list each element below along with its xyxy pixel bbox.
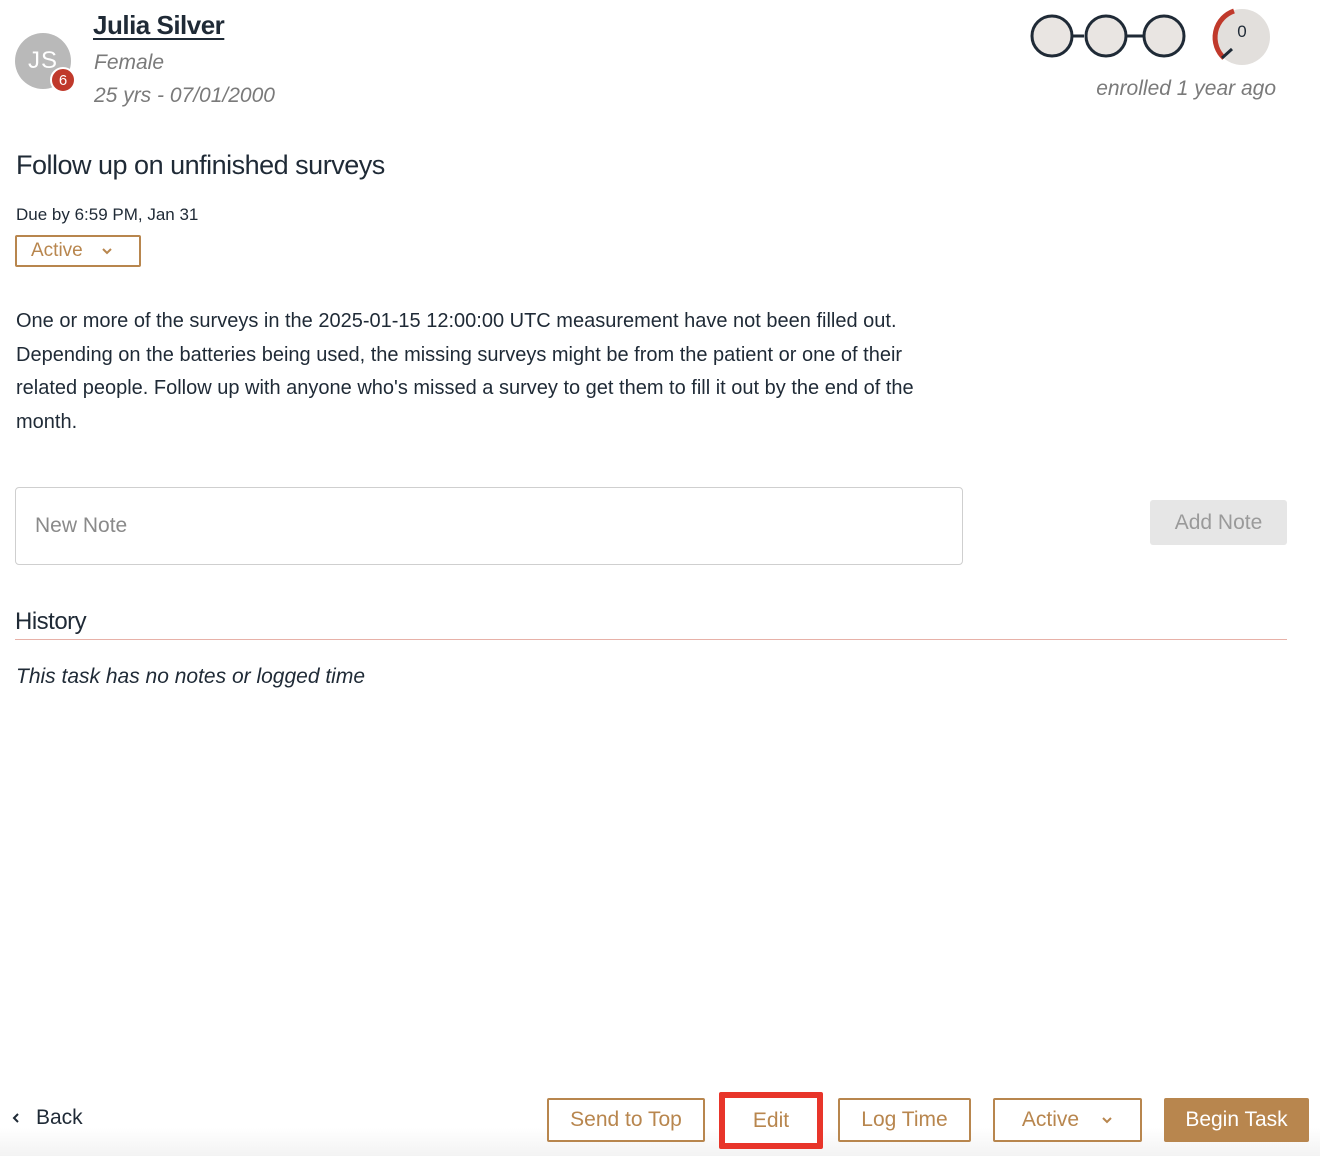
- notification-badge: 6: [50, 67, 76, 93]
- history-heading: History: [15, 608, 87, 635]
- edit-button[interactable]: Edit: [719, 1092, 823, 1149]
- begin-task-button[interactable]: Begin Task: [1164, 1098, 1309, 1142]
- patient-age-dob: 25 yrs - 07/01/2000: [94, 84, 275, 107]
- chevron-down-icon: [1102, 1117, 1112, 1124]
- back-link[interactable]: Back: [10, 1106, 83, 1130]
- task-status-label: Active: [31, 240, 83, 261]
- progress-step-3: [1142, 14, 1186, 58]
- back-label: Back: [36, 1106, 83, 1129]
- task-description: One or more of the surveys in the 2025-0…: [16, 310, 914, 433]
- patient-name-link[interactable]: Julia Silver: [93, 10, 225, 41]
- add-note-button[interactable]: Add Note: [1150, 500, 1287, 545]
- progress-step-1: [1030, 14, 1074, 58]
- history-divider: [15, 639, 1287, 640]
- footer-status-label: Active: [1021, 1108, 1080, 1131]
- chevron-left-icon: [12, 1113, 19, 1123]
- task-due-date: Due by 6:59 PM, Jan 31: [16, 205, 199, 224]
- progress-step-2: [1084, 14, 1128, 58]
- badge-count: 6: [58, 71, 68, 89]
- enrolled-status: enrolled 1 year ago: [1096, 77, 1276, 100]
- score-value: 0: [1237, 22, 1247, 41]
- history-empty-message: This task has no notes or logged time: [16, 665, 366, 688]
- progress-steps-icon: [1030, 14, 1186, 58]
- send-to-top-button[interactable]: Send to Top: [547, 1098, 705, 1142]
- task-status-dropdown[interactable]: Active: [15, 235, 141, 267]
- task-title: Follow up on unfinished surveys: [16, 150, 385, 180]
- patient-gender: Female: [94, 51, 165, 74]
- task-detail-page: JS 6 Julia Silver Female 25 yrs - 07/01/…: [0, 0, 1320, 1156]
- chevron-down-icon: [102, 248, 112, 255]
- log-time-button[interactable]: Log Time: [838, 1098, 971, 1142]
- new-note-input[interactable]: [15, 487, 963, 565]
- footer-status-dropdown[interactable]: Active: [993, 1098, 1142, 1142]
